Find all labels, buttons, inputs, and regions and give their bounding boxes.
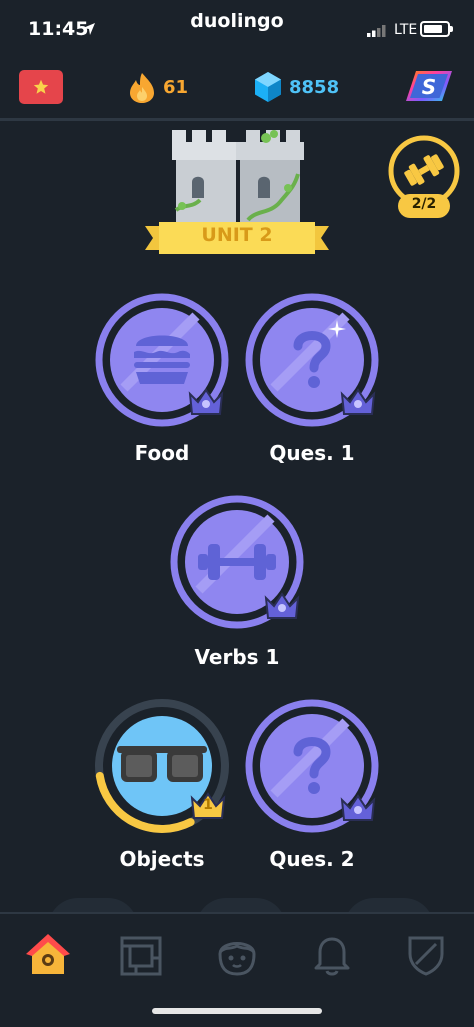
header-divider [0,118,474,121]
language-flag-button[interactable] [19,70,63,104]
skill-label-verbs-1: Verbs 1 [194,645,280,669]
home-indicator [152,1008,322,1014]
star-icon [33,79,49,94]
crown-icon [340,794,376,821]
home-icon[interactable] [26,934,70,976]
dumbbell-icon [198,544,276,580]
dumbbell-icon [404,154,444,186]
unit-label: UNIT 2 [201,224,273,246]
crown-icon [188,388,224,415]
question-icon [293,737,331,794]
question-icon [293,331,331,388]
skill-label-ques-2: Ques. 2 [269,847,355,871]
flame-icon[interactable] [128,72,156,104]
gem-icon[interactable] [254,71,282,103]
svg-text:S: S [422,75,436,99]
gem-count[interactable]: 8858 [289,77,339,98]
crown-icon [340,388,376,415]
sparkle-icon [328,320,346,338]
super-icon[interactable]: S [404,69,454,103]
streak-count[interactable]: 61 [163,77,188,98]
profile-icon[interactable] [214,934,260,976]
battery-icon [420,21,450,37]
burger-icon [134,335,190,384]
battery-tip [450,26,453,32]
sunglasses-icon [117,746,207,782]
skill-label-ques-1: Ques. 1 [269,441,355,465]
castle-icon[interactable] [170,128,306,228]
crown-icon [264,592,300,619]
signal-icon [367,25,386,37]
shield-icon[interactable] [406,934,446,976]
skill-label-food: Food [134,441,190,465]
network-type: LTE [394,22,418,38]
map-icon[interactable] [120,936,162,976]
bell-icon[interactable] [312,934,352,976]
skill-label-objects: Objects [119,847,205,871]
crown-level: 1 [203,797,213,813]
practice-progress: 2/2 [411,196,437,212]
